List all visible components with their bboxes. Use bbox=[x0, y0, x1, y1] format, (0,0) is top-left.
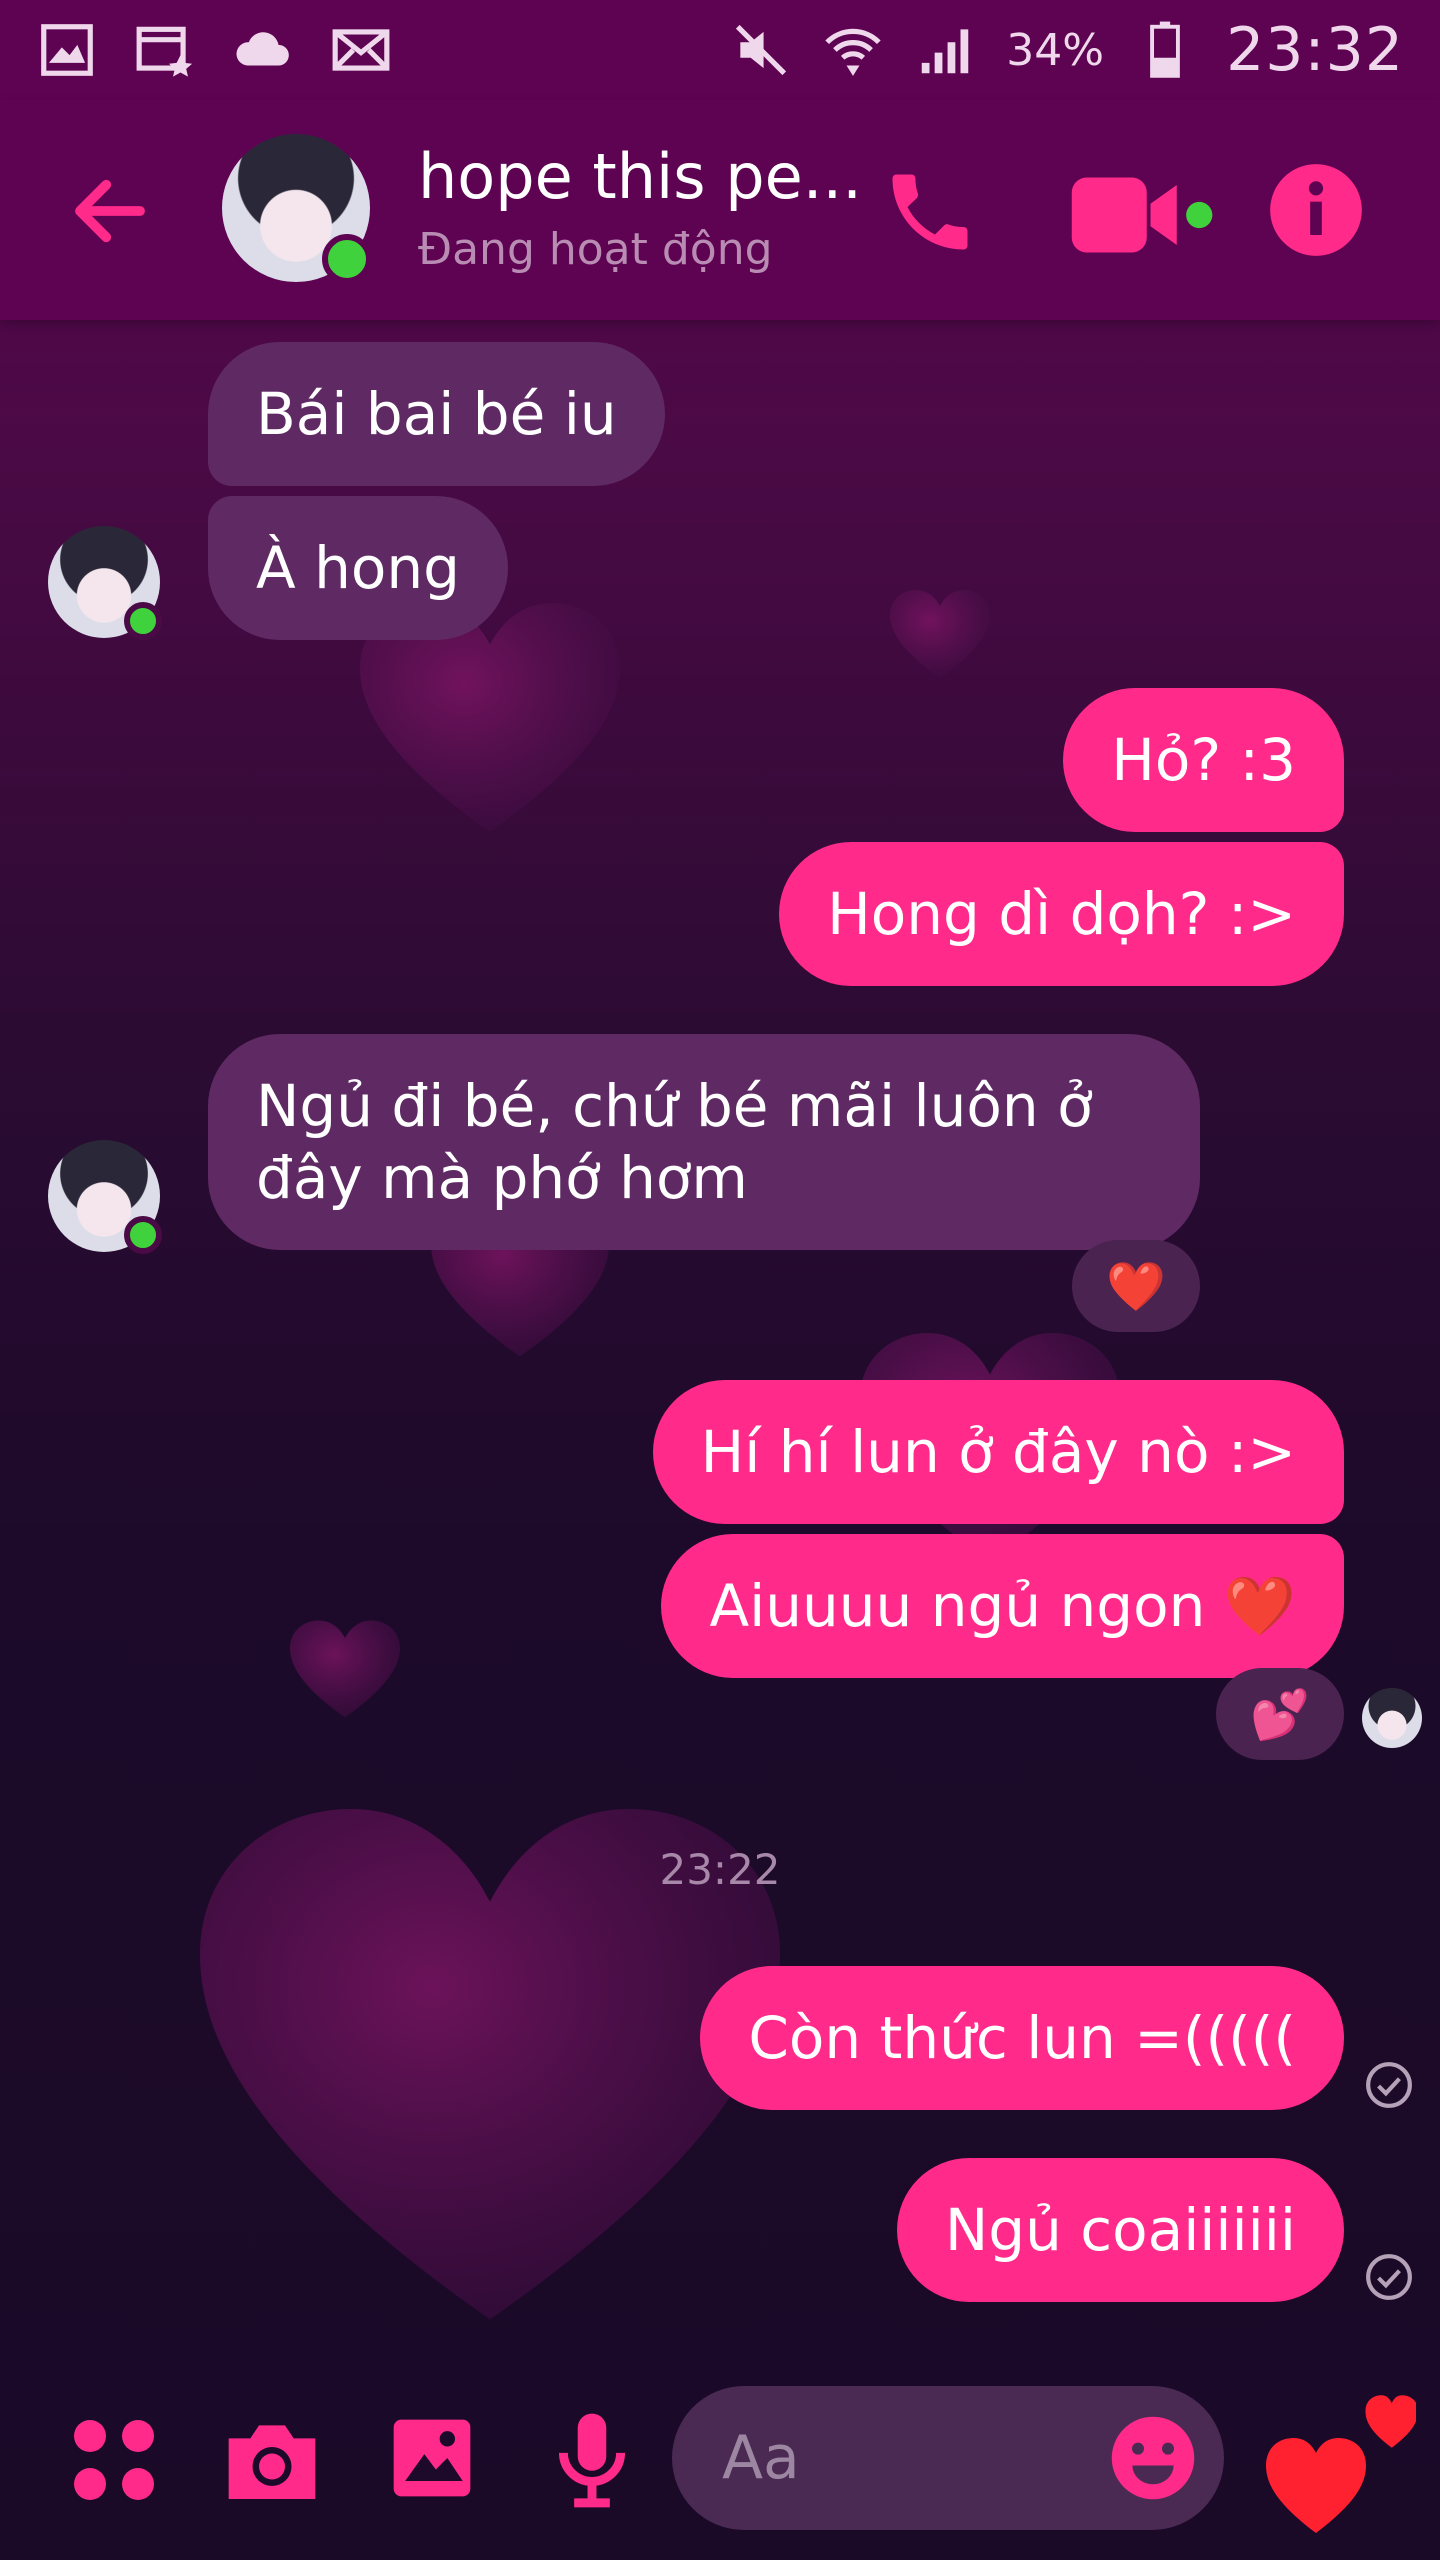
status-bar: 34% 23:32 bbox=[0, 0, 1440, 100]
sent-check-icon bbox=[1366, 2062, 1412, 2108]
message-reaction[interactable]: ❤️ bbox=[1072, 1240, 1200, 1332]
apps-icon[interactable] bbox=[66, 2412, 162, 2508]
battery-icon bbox=[1134, 19, 1196, 81]
calendar-icon bbox=[134, 19, 196, 81]
message-line: Ngủ đi bé, chứ bé mãi luôn ở bbox=[256, 1072, 1093, 1140]
sent-check-icon bbox=[1366, 2254, 1412, 2300]
cloud-icon bbox=[232, 19, 294, 81]
signal-icon bbox=[914, 19, 976, 81]
message-input-placeholder: Aa bbox=[722, 2423, 800, 2493]
contact-status: Đang hoạt động bbox=[418, 224, 773, 275]
message-line: đây mà phớ hơm bbox=[256, 1144, 748, 1212]
background-heart bbox=[290, 1620, 400, 1718]
back-arrow-icon[interactable] bbox=[60, 166, 160, 256]
message-outgoing[interactable]: Hí hí lun ở đây nò :> bbox=[652, 1380, 1344, 1524]
battery-percent: 34% bbox=[1006, 24, 1105, 76]
message-outgoing[interactable]: Aiuuuu ngủ ngon ❤️ bbox=[661, 1534, 1344, 1678]
contact-avatar[interactable] bbox=[222, 134, 372, 284]
message-outgoing[interactable]: Ngủ coaiiiiiii bbox=[896, 2158, 1344, 2302]
phone-icon[interactable] bbox=[880, 162, 980, 262]
message-composer: Aa bbox=[0, 2360, 1440, 2560]
online-indicator bbox=[123, 1215, 162, 1254]
video-icon[interactable] bbox=[1068, 170, 1218, 260]
gallery-icon bbox=[36, 19, 98, 81]
message-outgoing[interactable]: Hong dì dọh? :> bbox=[779, 842, 1344, 986]
mute-icon bbox=[730, 19, 792, 81]
mail-icon bbox=[330, 19, 392, 81]
info-icon[interactable] bbox=[1266, 160, 1366, 260]
contact-avatar-small[interactable] bbox=[48, 526, 162, 640]
wifi-icon bbox=[822, 19, 884, 81]
emoji-icon[interactable] bbox=[1108, 2413, 1198, 2503]
clock: 23:32 bbox=[1226, 15, 1404, 85]
online-indicator bbox=[123, 601, 162, 640]
message-incoming[interactable]: À hong bbox=[208, 496, 508, 640]
message-input[interactable]: Aa bbox=[672, 2386, 1224, 2530]
background-heart bbox=[890, 590, 990, 678]
online-indicator bbox=[321, 233, 372, 284]
camera-icon[interactable] bbox=[220, 2412, 324, 2508]
mic-icon[interactable] bbox=[548, 2410, 636, 2510]
message-reaction[interactable]: 💕 bbox=[1216, 1668, 1344, 1760]
contact-name[interactable]: hope this pe... bbox=[418, 140, 862, 213]
message-timestamp: 23:22 bbox=[659, 1845, 781, 1894]
seen-avatar bbox=[1362, 1688, 1422, 1748]
contact-avatar-small[interactable] bbox=[48, 1140, 162, 1254]
image-icon[interactable] bbox=[386, 2412, 478, 2504]
message-incoming[interactable]: Bái bai bé iu bbox=[208, 342, 665, 486]
chat-header: hope this pe... Đang hoạt động bbox=[0, 100, 1440, 320]
message-outgoing[interactable]: Còn thức lun =((((( bbox=[700, 1966, 1344, 2110]
heart-like-icon[interactable] bbox=[1266, 2388, 1416, 2538]
message-outgoing[interactable]: Hỏ? :3 bbox=[1063, 688, 1344, 832]
message-incoming[interactable]: Ngủ đi bé, chứ bé mãi luôn ở đây mà phớ … bbox=[208, 1034, 1200, 1250]
